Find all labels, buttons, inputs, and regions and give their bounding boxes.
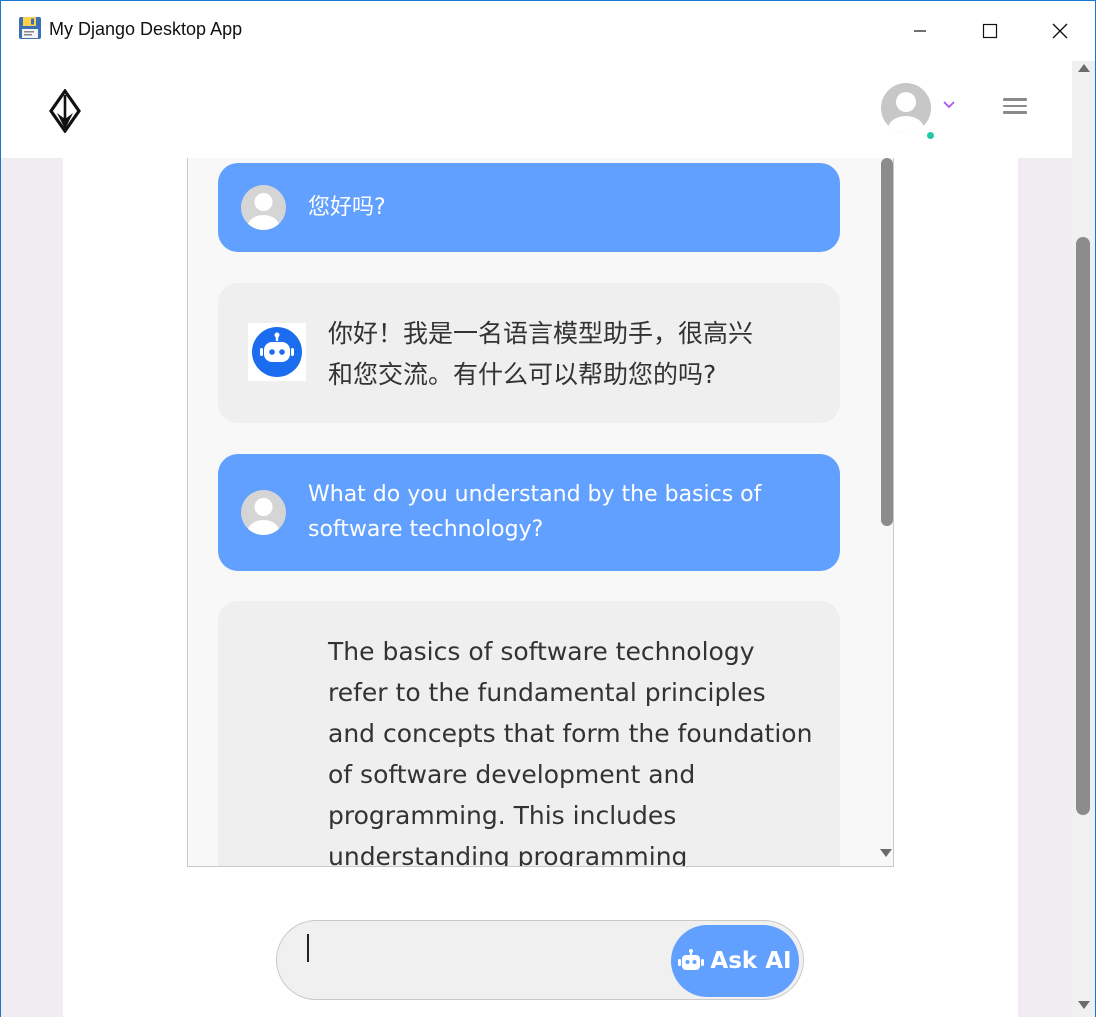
chat-messages: 您好吗? 你好！我是一名语言模型助手，很高兴 和您交流。有什么可以帮助您的吗? … — [188, 158, 876, 867]
avatar-icon — [881, 83, 931, 133]
page-viewport: 您好吗? 你好！我是一名语言模型助手，很高兴 和您交流。有什么可以帮助您的吗? … — [1, 61, 1072, 1017]
title-bar: My Django Desktop App — [1, 1, 1095, 61]
chat-history-panel[interactable]: 您好吗? 你好！我是一名语言模型助手，很高兴 和您交流。有什么可以帮助您的吗? … — [187, 158, 894, 867]
hamburger-icon-line — [1003, 111, 1027, 114]
navbar — [1, 61, 1072, 158]
user-avatar-icon — [241, 490, 286, 535]
user-avatar-icon — [241, 185, 286, 230]
message-line: The basics of software technology — [328, 637, 755, 666]
menu-button[interactable] — [1003, 94, 1033, 118]
message-text: What do you understand by the basics of … — [308, 477, 761, 547]
ai-message: The basics of software technology refer … — [218, 601, 840, 867]
message-text: The basics of software technology refer … — [328, 631, 813, 867]
minimize-button[interactable] — [885, 1, 955, 61]
ai-message: 你好！我是一名语言模型助手，很高兴 和您交流。有什么可以帮助您的吗? — [218, 283, 840, 423]
page-scrollbar[interactable] — [1072, 61, 1095, 1017]
minimize-icon — [914, 30, 926, 32]
question-input[interactable] — [299, 933, 659, 987]
window-title: My Django Desktop App — [49, 19, 243, 39]
message-line: software technology? — [308, 517, 544, 542]
scroll-up-arrow-icon[interactable] — [1077, 61, 1091, 75]
chevron-down-icon[interactable] — [941, 97, 957, 113]
hamburger-icon-line — [1003, 104, 1027, 108]
message-line: 你好！我是一名语言模型助手，很高兴 — [328, 319, 754, 348]
chat-scrollbar[interactable] — [876, 158, 893, 866]
scroll-down-arrow-icon[interactable] — [879, 848, 893, 858]
text-cursor — [307, 934, 309, 962]
message-line: 和您交流。有什么可以帮助您的吗? — [328, 360, 717, 389]
main-content: 您好吗? 你好！我是一名语言模型助手，很高兴 和您交流。有什么可以帮助您的吗? … — [63, 158, 1018, 1017]
ask-ai-label: Ask AI — [710, 948, 792, 974]
logo-icon[interactable] — [47, 89, 83, 133]
chat-input-bar: Ask AI — [276, 920, 804, 1000]
close-button[interactable] — [1025, 1, 1095, 61]
message-line: programming. This includes — [328, 801, 677, 830]
message-line: of software development and — [328, 760, 696, 789]
message-line: refer to the fundamental principles — [328, 678, 766, 707]
hamburger-icon-line — [1003, 98, 1027, 101]
scroll-down-arrow-icon[interactable] — [1077, 998, 1091, 1012]
maximize-button[interactable] — [955, 1, 1025, 61]
robot-icon — [678, 949, 705, 970]
user-message: 您好吗? — [218, 163, 840, 252]
close-icon — [1052, 23, 1068, 39]
message-line: understanding programming — [328, 842, 688, 867]
page-scrollbar-thumb[interactable] — [1076, 237, 1090, 815]
user-message: What do you understand by the basics of … — [218, 454, 840, 571]
chat-scrollbar-thumb[interactable] — [881, 158, 893, 526]
message-line: and concepts that form the foundation — [328, 719, 813, 748]
message-text: 您好吗? — [308, 195, 386, 220]
maximize-icon — [982, 23, 998, 39]
message-line: What do you understand by the basics of — [308, 482, 762, 507]
ask-ai-button[interactable]: Ask AI — [671, 925, 799, 997]
app-window: My Django Desktop App 您好吗? 你好！我是一名语言模型助手… — [0, 0, 1096, 1017]
profile-avatar-button[interactable] — [881, 83, 936, 141]
message-text: 你好！我是一名语言模型助手，很高兴 和您交流。有什么可以帮助您的吗? — [328, 313, 753, 395]
online-status-dot — [925, 130, 936, 141]
bot-avatar-icon — [248, 323, 306, 381]
app-floppy-icon — [19, 17, 41, 39]
